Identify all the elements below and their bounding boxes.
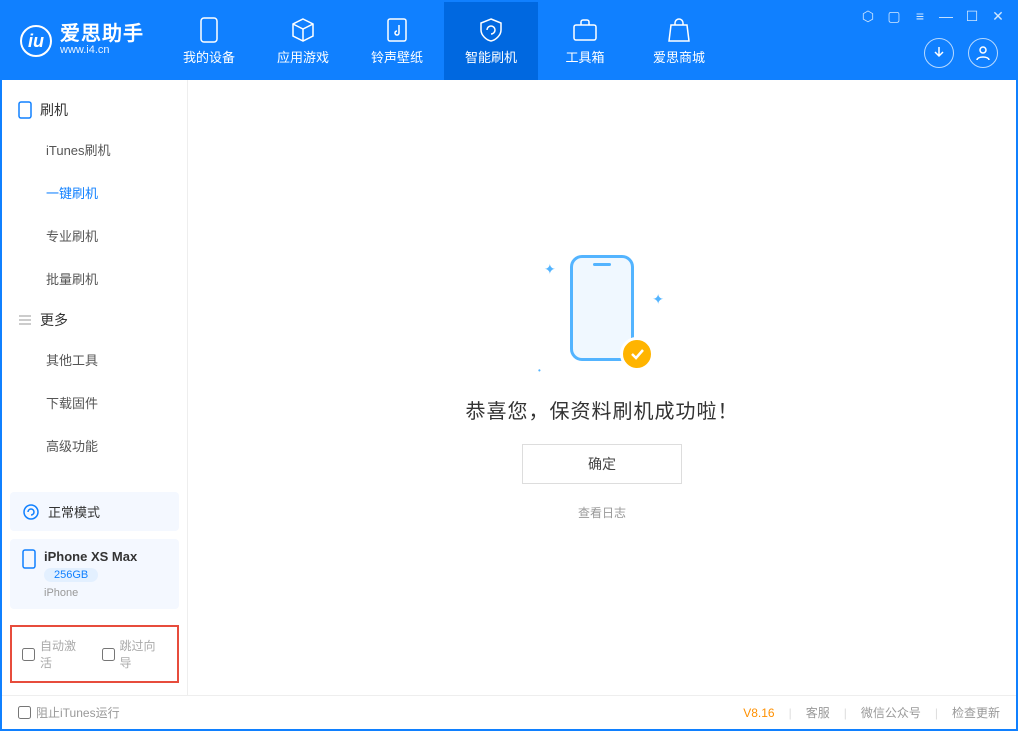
cube-icon bbox=[290, 17, 316, 43]
main-content: ✦ ✦ • 恭喜您，保资料刷机成功啦！ 确定 查看日志 bbox=[188, 80, 1016, 695]
phone-small-icon bbox=[22, 549, 36, 569]
success-illustration: ✦ ✦ • bbox=[542, 255, 662, 375]
sparkle-icon: ✦ bbox=[652, 291, 664, 308]
view-log-link[interactable]: 查看日志 bbox=[578, 504, 626, 521]
ok-button[interactable]: 确定 bbox=[522, 444, 682, 484]
sparkle-icon: ✦ bbox=[544, 261, 556, 278]
tab-my-device[interactable]: 我的设备 bbox=[162, 2, 256, 80]
tab-smart-flash[interactable]: 智能刷机 bbox=[444, 2, 538, 80]
tab-store[interactable]: 爱思商城 bbox=[632, 2, 726, 80]
app-logo: iu 爱思助手 www.i4.cn bbox=[20, 24, 144, 57]
support-link[interactable]: 客服 bbox=[806, 704, 830, 721]
tab-ringtones-wallpapers[interactable]: 铃声壁纸 bbox=[350, 2, 444, 80]
sidebar-item-itunes-flash[interactable]: iTunes刷机 bbox=[2, 128, 187, 171]
device-icon bbox=[18, 101, 32, 119]
version-label: V8.16 bbox=[743, 706, 774, 720]
app-header: iu 爱思助手 www.i4.cn 我的设备 应用游戏 铃声壁纸 智能刷机 工具… bbox=[2, 2, 1016, 80]
footer-right: V8.16 | 客服 | 微信公众号 | 检查更新 bbox=[743, 704, 1000, 721]
music-file-icon bbox=[384, 17, 410, 43]
device-mode-box[interactable]: 正常模式 bbox=[10, 492, 179, 531]
list-icon bbox=[18, 313, 32, 327]
app-name: 爱思助手 bbox=[60, 24, 144, 44]
device-info-box[interactable]: iPhone XS Max 256GB iPhone bbox=[10, 539, 179, 609]
success-message: 恭喜您，保资料刷机成功啦！ bbox=[466, 395, 739, 424]
device-storage: 256GB bbox=[44, 568, 98, 582]
lock-icon[interactable]: ▢ bbox=[886, 8, 902, 24]
auto-activate-checkbox[interactable]: 自动激活 bbox=[22, 637, 88, 671]
logo-icon: iu bbox=[20, 25, 52, 57]
app-url: www.i4.cn bbox=[60, 44, 144, 57]
sidebar-group-flash: 刷机 bbox=[2, 90, 187, 128]
download-button[interactable] bbox=[924, 38, 954, 68]
sidebar-item-other-tools[interactable]: 其他工具 bbox=[2, 338, 187, 381]
sidebar-group-more: 更多 bbox=[2, 300, 187, 338]
sidebar-item-download-firmware[interactable]: 下载固件 bbox=[2, 381, 187, 424]
sidebar-item-advanced[interactable]: 高级功能 bbox=[2, 424, 187, 467]
sparkle-icon: • bbox=[538, 366, 541, 375]
shield-refresh-icon bbox=[478, 17, 504, 43]
header-actions bbox=[924, 38, 998, 68]
check-update-link[interactable]: 检查更新 bbox=[952, 704, 1000, 721]
sidebar: 刷机 iTunes刷机 一键刷机 专业刷机 批量刷机 更多 其他工具 下载固件 … bbox=[2, 80, 188, 695]
app-body: 刷机 iTunes刷机 一键刷机 专业刷机 批量刷机 更多 其他工具 下载固件 … bbox=[2, 80, 1016, 695]
skip-guide-checkbox[interactable]: 跳过向导 bbox=[102, 637, 168, 671]
sidebar-item-batch-flash[interactable]: 批量刷机 bbox=[2, 257, 187, 300]
shirt-icon[interactable]: ⬡ bbox=[860, 8, 876, 24]
bag-icon bbox=[666, 17, 692, 43]
options-row: 自动激活 跳过向导 bbox=[10, 625, 179, 683]
device-type: iPhone bbox=[44, 587, 137, 599]
main-tabs: 我的设备 应用游戏 铃声壁纸 智能刷机 工具箱 爱思商城 bbox=[162, 2, 726, 80]
block-itunes-checkbox[interactable]: 阻止iTunes运行 bbox=[18, 704, 120, 721]
tab-apps-games[interactable]: 应用游戏 bbox=[256, 2, 350, 80]
minimize-button[interactable]: — bbox=[938, 8, 954, 24]
phone-icon bbox=[196, 17, 222, 43]
check-circle-icon bbox=[620, 337, 654, 371]
window-controls: ⬡ ▢ ≡ — ☐ ✕ bbox=[860, 8, 1006, 24]
maximize-button[interactable]: ☐ bbox=[964, 8, 980, 24]
briefcase-icon bbox=[572, 17, 598, 43]
refresh-icon bbox=[22, 503, 40, 521]
user-button[interactable] bbox=[968, 38, 998, 68]
close-button[interactable]: ✕ bbox=[990, 8, 1006, 24]
status-bar: 阻止iTunes运行 V8.16 | 客服 | 微信公众号 | 检查更新 bbox=[2, 695, 1016, 729]
sidebar-item-pro-flash[interactable]: 专业刷机 bbox=[2, 214, 187, 257]
device-name: iPhone XS Max bbox=[44, 549, 137, 564]
sidebar-item-oneclick-flash[interactable]: 一键刷机 bbox=[2, 171, 187, 214]
menu-icon[interactable]: ≡ bbox=[912, 8, 928, 24]
tab-toolbox[interactable]: 工具箱 bbox=[538, 2, 632, 80]
wechat-link[interactable]: 微信公众号 bbox=[861, 704, 921, 721]
